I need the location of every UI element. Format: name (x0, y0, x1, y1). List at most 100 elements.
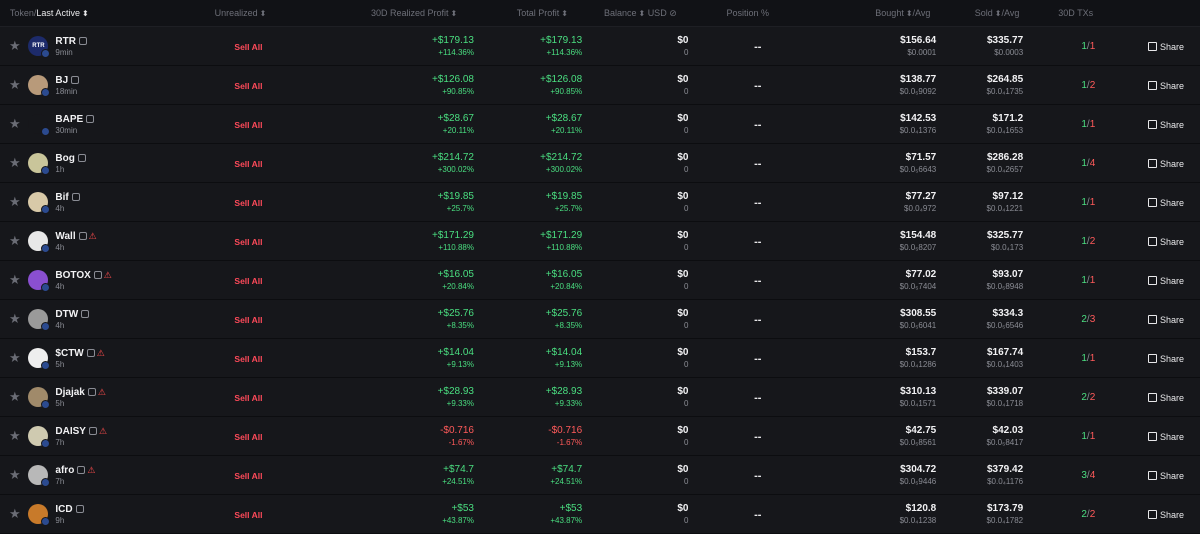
sell-all-button[interactable]: Sell All (234, 315, 262, 325)
copy-icon[interactable] (86, 349, 95, 357)
header-balance[interactable]: Balance ⬍ USD ⊘ (568, 8, 677, 19)
sell-all-button[interactable]: Sell All (234, 42, 262, 52)
share-button[interactable]: Share (1147, 510, 1184, 520)
share-button[interactable]: Share (1147, 471, 1184, 481)
token-cell[interactable]: Wall ⚠ 4h (28, 231, 185, 253)
table-row[interactable]: ★ BAPE 30min Sell All +$28.67 +20.11% +$… (0, 105, 1200, 144)
header-sold[interactable]: Sold ⬍/Avg (930, 8, 1020, 18)
table-row[interactable]: ★ DTW 4h Sell All +$25.76 +8.35% +$25.76… (0, 300, 1200, 339)
copy-icon[interactable] (93, 271, 102, 279)
header-total[interactable]: Total Profit ⬍ (457, 8, 568, 18)
token-name[interactable]: DAISY (55, 426, 86, 437)
token-cell[interactable]: Djajak ⚠ 5h (28, 387, 185, 409)
share-button[interactable]: Share (1147, 354, 1184, 364)
header-bought-label[interactable]: Bought (875, 8, 904, 18)
token-cell[interactable]: RTR RTR 9min (28, 36, 185, 58)
header-token-label[interactable]: Token (10, 8, 34, 18)
table-row[interactable]: ★ Wall ⚠ 4h Sell All +$171.29 +110.88% +… (0, 222, 1200, 261)
copy-icon[interactable] (86, 115, 95, 123)
table-row[interactable]: ★ BOTOX ⚠ 4h Sell All +$16.05 +20.84% +$… (0, 261, 1200, 300)
sell-all-button[interactable]: Sell All (234, 237, 262, 247)
token-cell[interactable]: BAPE 30min (28, 114, 185, 136)
favorite-star-icon[interactable]: ★ (0, 311, 28, 327)
share-button[interactable]: Share (1147, 42, 1184, 52)
copy-icon[interactable] (71, 193, 80, 201)
sort-icon[interactable]: ⬍ (561, 9, 568, 18)
header-unrealized-label[interactable]: Unrealized (215, 8, 258, 18)
token-cell[interactable]: ICD 9h (28, 504, 185, 526)
table-row[interactable]: ★ BJ 18min Sell All +$126.08 +90.85% +$1… (0, 66, 1200, 105)
copy-icon[interactable] (78, 232, 87, 240)
token-cell[interactable]: Bif 4h (28, 192, 185, 214)
header-token[interactable]: Token / Last Active ⬍ (0, 8, 160, 18)
favorite-star-icon[interactable]: ★ (0, 467, 28, 483)
token-name[interactable]: BOTOX (55, 270, 90, 281)
sell-all-button[interactable]: Sell All (234, 393, 262, 403)
copy-icon[interactable] (88, 427, 97, 435)
sort-icon[interactable]: ⬍ (906, 9, 913, 18)
token-name[interactable]: BAPE (55, 114, 83, 125)
share-button[interactable]: Share (1147, 315, 1184, 325)
sort-desc-icon[interactable]: ⬍ (82, 9, 89, 18)
favorite-star-icon[interactable]: ★ (0, 116, 28, 132)
favorite-star-icon[interactable]: ★ (0, 233, 28, 249)
share-button[interactable]: Share (1147, 237, 1184, 247)
copy-icon[interactable] (77, 466, 86, 474)
sort-icon[interactable]: ⬍ (638, 9, 645, 18)
token-cell[interactable]: DAISY ⚠ 7h (28, 426, 185, 448)
header-realized[interactable]: 30D Realized Profit ⬍ (291, 8, 458, 18)
table-row[interactable]: ★ Bif 4h Sell All +$19.85 +25.7% +$19.85… (0, 183, 1200, 222)
sell-all-button[interactable]: Sell All (234, 510, 262, 520)
favorite-star-icon[interactable]: ★ (0, 77, 28, 93)
sell-all-button[interactable]: Sell All (234, 81, 262, 91)
header-sold-label[interactable]: Sold (975, 8, 993, 18)
header-balance-label[interactable]: Balance (604, 8, 637, 18)
favorite-star-icon[interactable]: ★ (0, 155, 28, 171)
header-total-label[interactable]: Total Profit (517, 8, 560, 18)
token-cell[interactable]: afro ⚠ 7h (28, 465, 185, 487)
table-row[interactable]: ★ DAISY ⚠ 7h Sell All -$0.716 -1.67% -$0… (0, 417, 1200, 456)
favorite-star-icon[interactable]: ★ (0, 389, 28, 405)
sell-all-button[interactable]: Sell All (234, 120, 262, 130)
favorite-star-icon[interactable]: ★ (0, 272, 28, 288)
copy-icon[interactable] (71, 76, 80, 84)
header-bought[interactable]: Bought ⬍/Avg (819, 8, 930, 18)
copy-icon[interactable] (75, 505, 84, 513)
share-button[interactable]: Share (1147, 393, 1184, 403)
sort-icon[interactable]: ⬍ (260, 9, 267, 18)
currency-toggle-icon[interactable]: ⊘ (669, 8, 677, 18)
sell-all-button[interactable]: Sell All (234, 198, 262, 208)
table-row[interactable]: ★ ICD 9h Sell All +$53 +43.87% +$53 +43.… (0, 495, 1200, 534)
favorite-star-icon[interactable]: ★ (0, 350, 28, 366)
table-row[interactable]: ★ Bog 1h Sell All +$214.72 +300.02% +$21… (0, 144, 1200, 183)
token-name[interactable]: Wall (55, 231, 75, 242)
token-name[interactable]: RTR (55, 36, 76, 47)
favorite-star-icon[interactable]: ★ (0, 194, 28, 210)
table-row[interactable]: ★ $CTW ⚠ 5h Sell All +$14.04 +9.13% +$14… (0, 339, 1200, 378)
favorite-star-icon[interactable]: ★ (0, 506, 28, 522)
header-unrealized[interactable]: Unrealized ⬍ (160, 8, 290, 18)
sort-icon[interactable]: ⬍ (451, 9, 458, 18)
copy-icon[interactable] (78, 37, 87, 45)
token-name[interactable]: BJ (55, 75, 68, 86)
sell-all-button[interactable]: Sell All (234, 432, 262, 442)
token-name[interactable]: $CTW (55, 348, 83, 359)
copy-icon[interactable] (77, 154, 86, 162)
header-realized-label[interactable]: 30D Realized Profit (371, 8, 449, 18)
header-last-active-label[interactable]: Last Active (36, 8, 80, 18)
sell-all-button[interactable]: Sell All (234, 159, 262, 169)
share-button[interactable]: Share (1147, 198, 1184, 208)
token-cell[interactable]: $CTW ⚠ 5h (28, 348, 185, 370)
table-row[interactable]: ★ Djajak ⚠ 5h Sell All +$28.93 +9.33% +$… (0, 378, 1200, 417)
token-cell[interactable]: DTW 4h (28, 309, 185, 331)
share-button[interactable]: Share (1147, 432, 1184, 442)
share-button[interactable]: Share (1147, 120, 1184, 130)
token-name[interactable]: DTW (55, 309, 78, 320)
token-cell[interactable]: Bog 1h (28, 153, 185, 175)
share-button[interactable]: Share (1147, 276, 1184, 286)
sell-all-button[interactable]: Sell All (234, 471, 262, 481)
token-name[interactable]: Bog (55, 153, 74, 164)
share-button[interactable]: Share (1147, 81, 1184, 91)
sell-all-button[interactable]: Sell All (234, 276, 262, 286)
sell-all-button[interactable]: Sell All (234, 354, 262, 364)
